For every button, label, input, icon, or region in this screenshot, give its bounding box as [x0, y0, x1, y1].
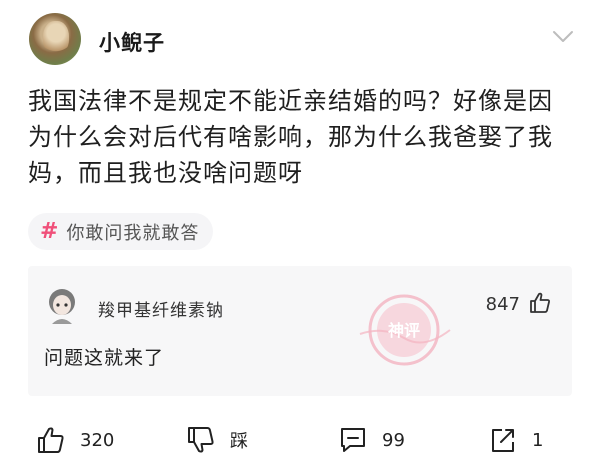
thumbs-down-icon: [188, 427, 214, 453]
stamp-label: 神评: [388, 321, 420, 340]
hash-icon: #: [40, 218, 59, 244]
chevron-down-icon[interactable]: [552, 30, 574, 44]
post-text: 我国法律不是规定不能近亲结婚的吗？好像是因为什么会对后代有啥影响，那为什么我爸娶…: [28, 87, 553, 187]
like-count: 320: [80, 429, 115, 451]
featured-stamp-icon: 神评: [359, 294, 451, 366]
comment-text: 问题这就来了: [44, 347, 165, 369]
share-count: 1: [532, 429, 544, 451]
comment-count: 99: [382, 429, 405, 451]
avatar[interactable]: [29, 13, 81, 65]
topic-label: 你敢问我就敢答: [66, 222, 200, 244]
top-comment[interactable]: 神评 羧甲基纤维素钠 847 问题这就来了: [28, 266, 572, 396]
post-username[interactable]: 小鲵子: [99, 27, 165, 57]
thumbs-up-icon[interactable]: [528, 291, 552, 315]
action-bar: 320 踩 99 1: [0, 410, 600, 470]
comment-button[interactable]: 99: [338, 424, 405, 456]
commenter-username[interactable]: 羧甲基纤维素钠: [98, 296, 224, 321]
topic-chip[interactable]: # 你敢问我就敢答: [28, 213, 214, 250]
dislike-button[interactable]: 踩: [186, 424, 248, 456]
comment-like-count: 847: [485, 294, 520, 315]
like-button[interactable]: 320: [36, 424, 114, 456]
share-icon: [492, 429, 514, 452]
thumbs-up-icon: [38, 427, 64, 453]
share-button[interactable]: 1: [488, 424, 543, 456]
comment-icon: [341, 428, 365, 452]
post-header: 小鲵子: [0, 0, 600, 86]
dislike-label: 踩: [230, 431, 248, 452]
commenter-avatar[interactable]: [46, 288, 78, 326]
